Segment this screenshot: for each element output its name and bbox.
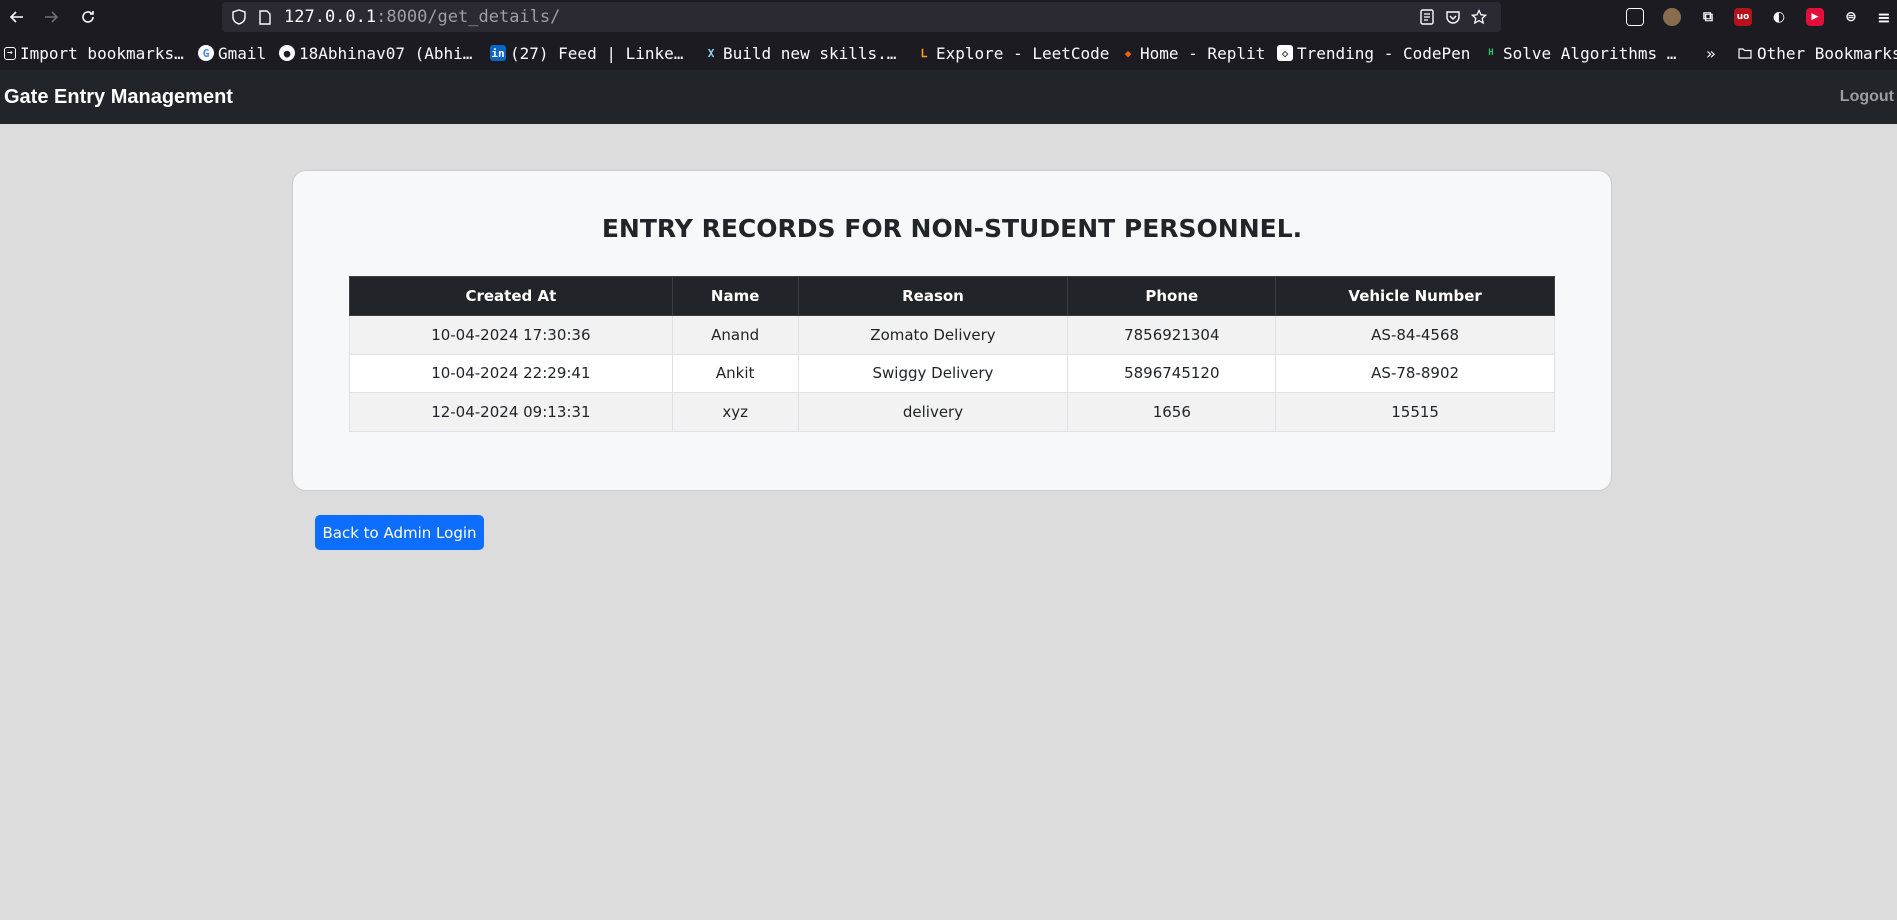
folder-icon — [1737, 45, 1753, 61]
column-header-phone: Phone — [1067, 276, 1277, 316]
table-row: 10-04-2024 22:29:41 Ankit Swiggy Deliver… — [349, 353, 1555, 393]
table-row: 10-04-2024 17:30:36 Anand Zomato Deliver… — [349, 315, 1555, 355]
back-to-admin-login-button[interactable]: Back to Admin Login — [315, 515, 484, 550]
github-icon: ● — [279, 45, 295, 61]
pocket-download-icon[interactable] — [1444, 8, 1462, 26]
column-header-vehicle-number: Vehicle Number — [1275, 276, 1555, 316]
bookmark-gmail[interactable]: G Gmail — [198, 42, 266, 64]
url-bar[interactable]: 127.0.0.1:8000/get_details/ — [222, 2, 1501, 32]
private-browsing-icon[interactable]: ⊜ — [1842, 8, 1860, 26]
other-bookmarks[interactable]: Other Bookmarks — [1737, 42, 1897, 64]
cell-reason: delivery — [797, 392, 1069, 432]
cell-phone: 1656 — [1067, 392, 1277, 432]
bookmark-hackerrank[interactable]: H Solve Algorithms … — [1483, 42, 1676, 64]
cell-created-at: 10-04-2024 22:29:41 — [349, 353, 673, 393]
forward-arrow-icon[interactable] — [34, 0, 68, 34]
cell-created-at: 12-04-2024 09:13:31 — [349, 392, 673, 432]
cell-phone: 7856921304 — [1067, 315, 1277, 355]
url-text[interactable]: 127.0.0.1:8000/get_details/ — [284, 7, 560, 27]
records-table: Created At Name Reason Phone Vehicle Num… — [349, 276, 1555, 432]
column-header-reason: Reason — [797, 276, 1069, 316]
replit-icon: ◆ — [1124, 46, 1132, 60]
brand-title[interactable]: Gate Entry Management — [4, 86, 233, 109]
ublock-origin-icon[interactable]: uo — [1734, 8, 1752, 26]
codepen-icon: ◇ — [1277, 45, 1293, 61]
cell-vehicle-number: AS-78-8902 — [1275, 353, 1555, 393]
cell-phone: 5896745120 — [1067, 353, 1277, 393]
logout-link[interactable]: Logout — [1840, 88, 1894, 106]
page-title: ENTRY RECORDS FOR NON-STUDENT PERSONNEL. — [601, 214, 1303, 243]
reload-icon[interactable] — [71, 0, 105, 34]
cell-vehicle-number: AS-84-4568 — [1275, 315, 1555, 355]
dark-mode-extension-icon[interactable]: ◐ — [1770, 8, 1788, 26]
extensions-icon[interactable]: ⧉ — [1699, 8, 1717, 26]
bookmark-linkedin[interactable]: in (27) Feed | Linke… — [490, 42, 683, 64]
column-header-created-at: Created At — [349, 276, 673, 316]
cell-reason: Zomato Delivery — [797, 315, 1069, 355]
bookmark-import[interactable]: → Import bookmarks… — [4, 42, 184, 64]
page-icon — [256, 8, 274, 26]
bookmarks-bar: → Import bookmarks… G Gmail ● 18Abhinav0… — [0, 34, 1897, 70]
bookmark-star-icon[interactable] — [1470, 8, 1488, 26]
cell-vehicle-number: 15515 — [1275, 392, 1555, 432]
bookmark-leetcode[interactable]: ᒪ Explore - LeetCode — [916, 42, 1109, 64]
bookmark-github[interactable]: ● 18Abhinav07 (Abhi… — [279, 42, 472, 64]
cell-name: Ankit — [671, 353, 799, 393]
cell-name: xyz — [671, 392, 799, 432]
leetcode-icon: ᒪ — [920, 46, 928, 60]
app-navbar — [0, 70, 1897, 124]
column-header-name: Name — [671, 276, 799, 316]
table-header-row: Created At Name Reason Phone Vehicle Num… — [349, 276, 1555, 316]
pocket-icon[interactable] — [1626, 8, 1644, 26]
cell-created-at: 10-04-2024 17:30:36 — [349, 315, 673, 355]
bookmark-build-skills[interactable]: X Build new skills.… — [703, 42, 897, 64]
reader-view-icon[interactable] — [1418, 8, 1436, 26]
hamburger-menu-icon[interactable]: ≡ — [1875, 8, 1893, 27]
bookmark-codepen[interactable]: ◇ Trending - CodePen — [1277, 42, 1470, 64]
table-row: 12-04-2024 09:13:31 xyz delivery 1656 15… — [349, 392, 1555, 432]
cell-reason: Swiggy Delivery — [797, 353, 1069, 393]
google-icon: G — [198, 45, 214, 61]
import-icon: → — [4, 46, 16, 60]
youtube-extension-icon[interactable]: ▶ — [1806, 8, 1824, 26]
shield-icon[interactable] — [230, 8, 248, 26]
cell-name: Anand — [671, 315, 799, 355]
back-arrow-icon[interactable] — [0, 0, 34, 34]
browser-toolbar: 127.0.0.1:8000/get_details/ ⧉ uo ◐ ▶ ⊜ ≡ — [0, 0, 1897, 34]
bookmark-replit[interactable]: ◆ Home - Replit — [1120, 42, 1266, 64]
x-icon: X — [707, 46, 715, 60]
chevron-double-right-icon: » — [1706, 43, 1716, 63]
profile-avatar-icon[interactable] — [1663, 8, 1681, 26]
bookmarks-overflow-button[interactable]: » — [1706, 42, 1716, 64]
hackerrank-icon: H — [1483, 45, 1499, 61]
linkedin-icon: in — [490, 45, 506, 61]
